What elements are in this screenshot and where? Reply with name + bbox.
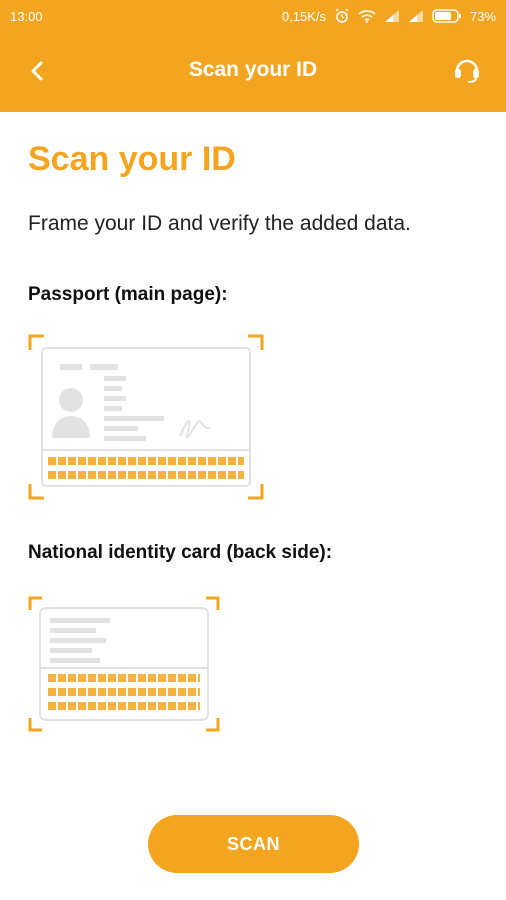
alarm-icon: [334, 8, 350, 24]
passport-scan-frame: [28, 334, 264, 500]
battery-icon: [432, 9, 462, 23]
app-bar-title: Scan your ID: [188, 58, 318, 81]
signal-icon: [384, 9, 400, 23]
status-icons: 0,15K/s 73%: [282, 8, 496, 24]
network-speed: 0,15K/s: [281, 8, 326, 24]
status-bar: 13:00 0,15K/s 73%: [0, 0, 506, 32]
headset-icon: [452, 54, 482, 89]
app-bar: Scan your ID: [0, 32, 506, 112]
support-button[interactable]: [450, 54, 484, 88]
battery-level: 73%: [469, 8, 496, 24]
id-card-label: National identity card (back side):: [28, 542, 333, 563]
instructions-text: Frame your ID and verify the added data.: [28, 212, 411, 235]
id-card-scan-frame: [28, 596, 220, 732]
scan-button[interactable]: SCAN: [148, 815, 359, 873]
status-time: 13:00: [10, 8, 43, 24]
page-title: Scan your ID: [28, 140, 236, 178]
passport-label: Passport (main page):: [28, 284, 228, 305]
wifi-icon: [358, 9, 376, 23]
signal-icon: [408, 9, 424, 23]
